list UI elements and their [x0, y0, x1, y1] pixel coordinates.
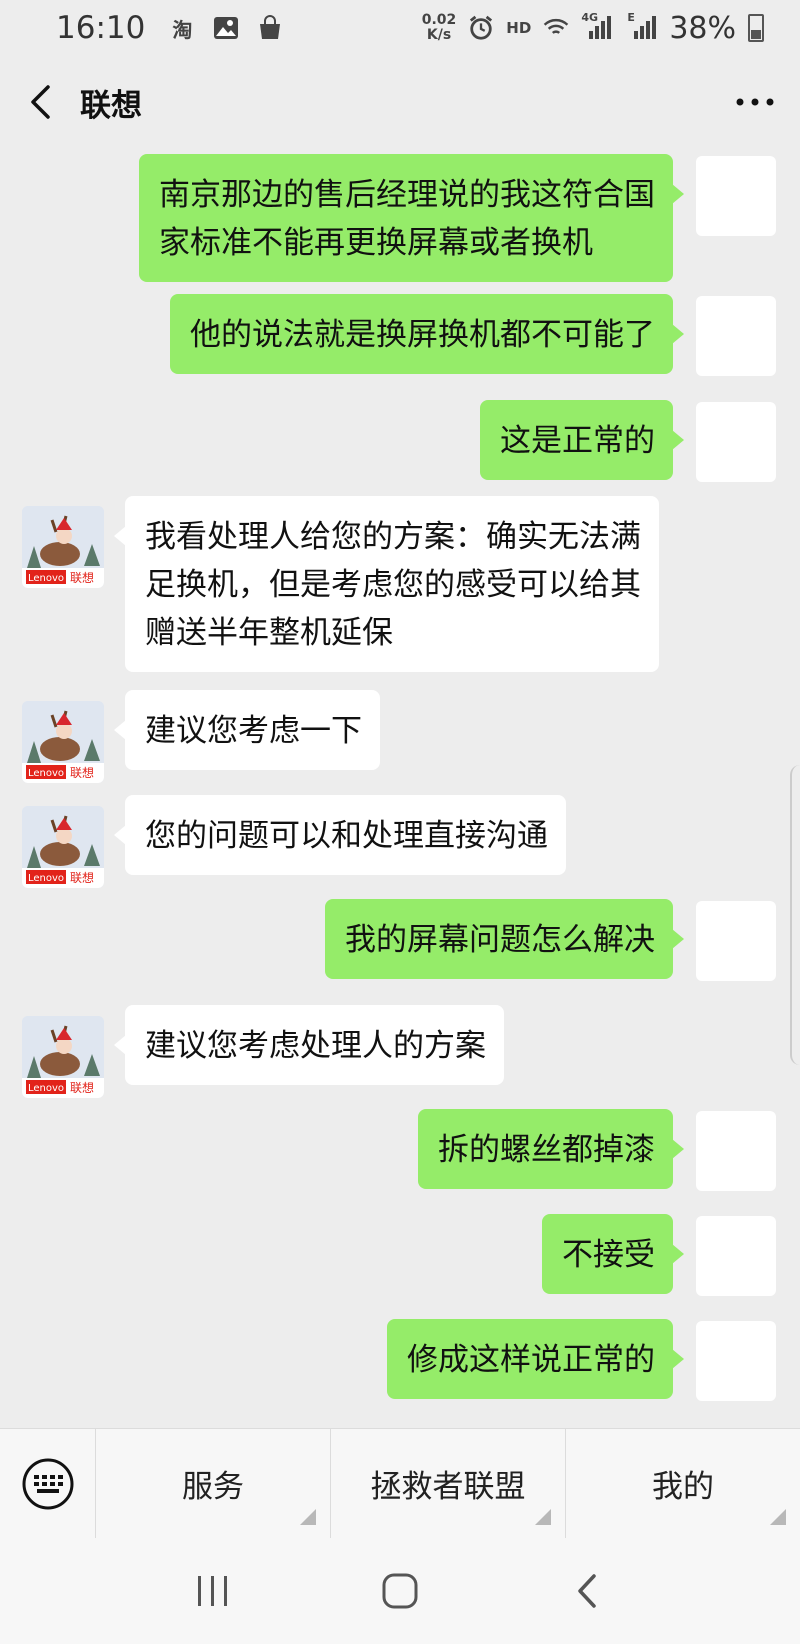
message-bubble[interactable]: 不接受 [542, 1214, 684, 1294]
lenovo-logo-cn: 联想 [70, 1080, 94, 1095]
message-line: 他的说法就是换屏换机都不可能了 [190, 317, 655, 353]
chat-area[interactable]: 南京那边的售后经理说的我这符合国 家标准不能再更换屏幕或者换机 他的说法就是换屏… [0, 148, 800, 1428]
lenovo-logo-text: Lenovo [28, 1083, 64, 1094]
lenovo-logo-text: Lenovo [28, 873, 64, 884]
message-bubble[interactable]: 我看处理人给您的方案：确实无法满 足换机，但是考虑您的感受可以给其 赠送半年整机… [114, 496, 659, 672]
message-bubble[interactable]: 我的屏幕问题怎么解决 [325, 899, 684, 979]
system-nav-bar [0, 1538, 800, 1644]
lenovo-logo-text: Lenovo [28, 768, 64, 779]
avatar[interactable] [696, 1216, 776, 1296]
message-line: 拆的螺丝都掉漆 [438, 1132, 655, 1168]
back-button[interactable] [0, 56, 80, 148]
alarm-icon [468, 15, 494, 41]
avatar[interactable] [696, 901, 776, 981]
gallery-icon [213, 15, 239, 41]
taobao-icon: 淘 [172, 17, 193, 42]
recent-apps-button[interactable] [173, 1551, 253, 1631]
shopping-bag-icon [257, 15, 283, 41]
battery-percent: 38% [669, 10, 736, 46]
recent-apps-icon [198, 1576, 228, 1606]
message-bubble[interactable]: 拆的螺丝都掉漆 [418, 1109, 684, 1189]
avatar[interactable] [696, 296, 776, 376]
menu-item-label: 服务 [182, 1469, 244, 1505]
message-line: 我的屏幕问题怎么解决 [345, 922, 655, 958]
message-bubble[interactable]: 建议您考虑处理人的方案 [114, 1005, 504, 1085]
menu-item-mine[interactable]: 我的 [565, 1428, 800, 1539]
message-bubble[interactable]: 南京那边的售后经理说的我这符合国 家标准不能再更换屏幕或者换机 [139, 154, 684, 282]
message-line: 您的问题可以和处理直接沟通 [145, 818, 548, 854]
message-bubble[interactable]: 修成这样说正常的 [387, 1319, 684, 1399]
keyboard-icon [22, 1458, 73, 1509]
lenovo-avatar-icon: Lenovo 联想 [22, 1016, 104, 1098]
signal-4g-icon: 4G [581, 11, 615, 41]
lenovo-logo-cn: 联想 [70, 765, 94, 780]
menu-item-service[interactable]: 服务 [96, 1429, 330, 1539]
chat-header: 联想 [0, 56, 800, 148]
menu-item-label: 我的 [652, 1469, 714, 1505]
page-title: 联想 [80, 87, 142, 124]
status-app-icons: 淘 [169, 15, 283, 42]
system-back-button[interactable] [547, 1551, 627, 1631]
battery-icon [748, 14, 764, 42]
menu-item-legion-alliance[interactable]: 拯救者联盟 [330, 1428, 565, 1539]
message-line: 南京那边的售后经理说的我这符合国 [159, 177, 655, 213]
lenovo-logo-text: Lenovo [28, 573, 64, 584]
more-dots-icon [736, 98, 774, 106]
keyboard-toggle-button[interactable] [0, 1428, 96, 1539]
message-line: 我看处理人给您的方案：确实无法满 [145, 519, 641, 555]
message-bubble[interactable]: 建议您考虑一下 [114, 690, 380, 770]
lenovo-avatar-icon: Lenovo 联想 [22, 506, 104, 588]
status-bar: 16:10 淘 0.02 K/s HD 4G E 38% [0, 0, 800, 56]
menu-item-label: 拯救者联盟 [370, 1469, 526, 1505]
avatar[interactable]: Lenovo 联想 [22, 701, 104, 783]
message-line: 建议您考虑一下 [145, 713, 362, 749]
back-icon [577, 1574, 596, 1608]
more-button[interactable] [710, 56, 800, 148]
hd-label: HD [506, 19, 532, 37]
submenu-indicator-icon [300, 1508, 316, 1525]
message-line: 足换机，但是考虑您的感受可以给其 [145, 567, 641, 603]
lenovo-logo-cn: 联想 [70, 870, 94, 885]
submenu-indicator-icon [770, 1508, 786, 1525]
message-bubble[interactable]: 您的问题可以和处理直接沟通 [114, 795, 566, 875]
signal-e-label: E [627, 11, 635, 24]
avatar[interactable] [696, 1111, 776, 1191]
avatar[interactable] [696, 402, 776, 482]
avatar[interactable] [696, 156, 776, 236]
signal-4g-label: 4G [581, 11, 598, 24]
submenu-indicator-icon [535, 1508, 551, 1525]
lenovo-avatar-icon: Lenovo 联想 [22, 806, 104, 888]
message-line: 家标准不能再更换屏幕或者换机 [159, 225, 593, 261]
message-line: 不接受 [562, 1237, 655, 1273]
lenovo-avatar-icon: Lenovo 联想 [22, 701, 104, 783]
home-button[interactable] [360, 1551, 440, 1631]
avatar[interactable]: Lenovo 联想 [22, 806, 104, 888]
message-line: 赠送半年整机延保 [145, 615, 393, 651]
message-line: 建议您考虑处理人的方案 [145, 1028, 486, 1064]
scrollbar[interactable] [790, 765, 800, 1065]
net-speed: 0.02 K/s [422, 13, 457, 43]
wifi-icon [543, 15, 569, 41]
avatar[interactable]: Lenovo 联想 [22, 506, 104, 588]
message-bubble[interactable]: 这是正常的 [480, 400, 684, 480]
avatar[interactable]: Lenovo 联想 [22, 1016, 104, 1098]
net-speed-unit: K/s [426, 27, 452, 43]
lenovo-logo-cn: 联想 [70, 570, 94, 585]
message-line: 修成这样说正常的 [407, 1342, 655, 1378]
service-menu-bar: 服务 拯救者联盟 我的 [0, 1428, 800, 1539]
home-icon [382, 1573, 418, 1609]
avatar[interactable] [696, 1321, 776, 1401]
message-line: 这是正常的 [500, 423, 655, 459]
status-time: 16:10 [56, 10, 146, 46]
chevron-left-icon [31, 85, 50, 119]
message-bubble[interactable]: 他的说法就是换屏换机都不可能了 [170, 294, 684, 374]
net-speed-value: 0.02 [421, 12, 457, 28]
signal-e-icon: E [627, 11, 657, 41]
